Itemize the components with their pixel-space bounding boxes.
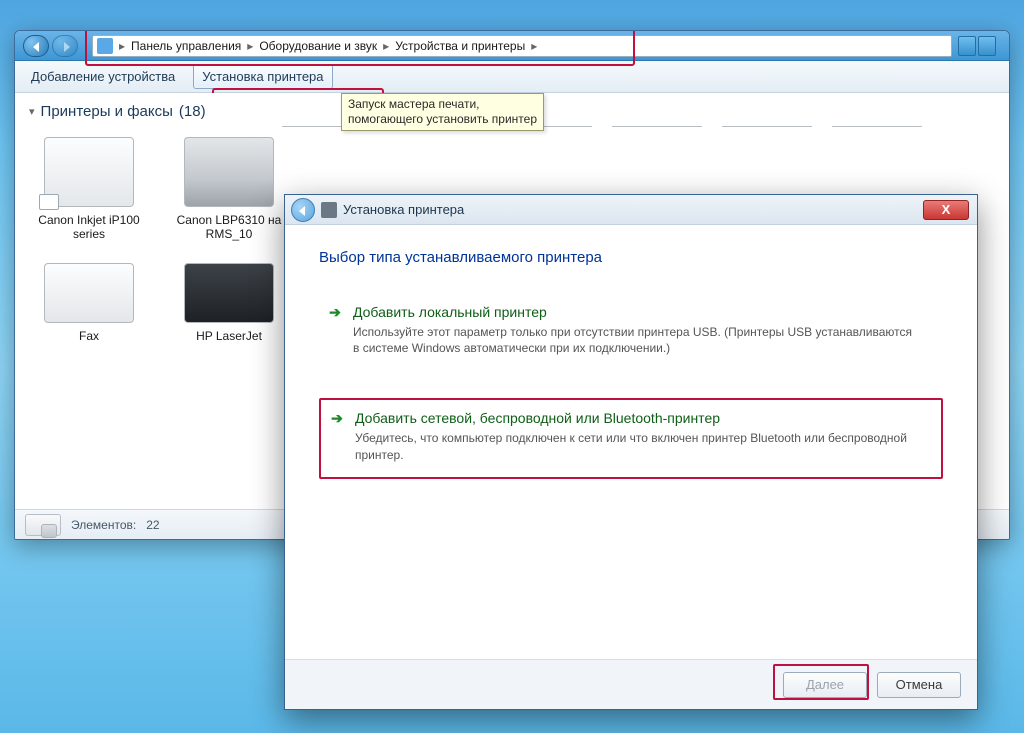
option-arrow-icon: ➔: [329, 410, 345, 426]
option-title: Добавить локальный принтер: [353, 304, 547, 320]
control-panel-icon: [97, 38, 113, 54]
wizard-footer: Далее Отмена: [285, 659, 977, 709]
option-description: Используйте этот параметр только при отс…: [353, 324, 913, 356]
shortcut-badge-icon: [39, 194, 59, 210]
window-titlebar: ▸ Панель управления ▸ Оборудование и зву…: [15, 31, 1009, 61]
status-label: Элементов:: [71, 518, 136, 532]
device-label: Canon LBP6310 на RMS_10: [169, 213, 289, 241]
device-item[interactable]: Fax: [29, 263, 149, 343]
option-description: Убедитесь, что компьютер подключен к сет…: [355, 430, 915, 462]
wizard-back-button[interactable]: [291, 198, 315, 222]
printer-icon: [44, 137, 134, 207]
wizard-titlebar: Установка принтера X: [285, 195, 977, 225]
device-item[interactable]: Canon LBP6310 на RMS_10: [169, 137, 289, 241]
option-title: Добавить сетевой, беспроводной или Bluet…: [355, 410, 720, 426]
option-add-network-printer[interactable]: ➔ Добавить сетевой, беспроводной или Blu…: [319, 398, 943, 478]
printer-icon: [321, 202, 337, 218]
command-bar: Добавление устройства Установка принтера: [15, 61, 1009, 93]
cancel-button[interactable]: Отмена: [877, 672, 961, 698]
device-label: HP LaserJet: [169, 329, 289, 343]
search-button[interactable]: [978, 36, 996, 56]
chevron-right-icon: ▸: [381, 39, 391, 53]
wizard-body: Выбор типа устанавливаемого принтера ➔ Д…: [285, 225, 977, 659]
chevron-right-icon: ▸: [529, 39, 539, 53]
add-printer-button[interactable]: Установка принтера: [193, 64, 332, 89]
close-button[interactable]: X: [923, 200, 969, 220]
devices-status-icon: [25, 514, 61, 536]
group-count: (18): [179, 103, 206, 120]
device-item[interactable]: HP LaserJet: [169, 263, 289, 343]
device-label: Fax: [29, 329, 149, 343]
status-count: 22: [146, 518, 159, 532]
printer-icon: [184, 263, 274, 323]
breadcrumb-hardware[interactable]: Оборудование и звук: [255, 39, 381, 53]
device-label: Canon Inkjet iP100 series: [29, 213, 149, 241]
printer-thumbnail: [722, 126, 812, 127]
chevron-right-icon: ▸: [245, 39, 255, 53]
group-label: Принтеры и факсы: [41, 103, 173, 120]
add-printer-wizard-dialog: Установка принтера X Выбор типа устанавл…: [284, 194, 978, 710]
wizard-heading: Выбор типа устанавливаемого принтера: [319, 249, 943, 266]
refresh-button[interactable]: [958, 36, 976, 56]
printer-thumbnail: [832, 126, 922, 127]
printer-icon: [184, 137, 274, 207]
breadcrumb-devices[interactable]: Устройства и принтеры: [391, 39, 529, 53]
option-add-local-printer[interactable]: ➔ Добавить локальный принтер Используйте…: [319, 294, 943, 370]
nav-forward-button[interactable]: [52, 35, 78, 57]
add-printer-tooltip: Запуск мастера печати, помогающего устан…: [341, 93, 544, 131]
option-arrow-icon: ➔: [327, 304, 343, 320]
collapse-triangle-icon: ▾: [29, 105, 35, 118]
chevron-right-icon: ▸: [117, 39, 127, 53]
breadcrumb[interactable]: ▸ Панель управления ▸ Оборудование и зву…: [92, 35, 952, 57]
fax-icon: [44, 263, 134, 323]
nav-back-button[interactable]: [23, 35, 49, 57]
add-device-button[interactable]: Добавление устройства: [23, 65, 183, 88]
wizard-title: Установка принтера: [343, 202, 464, 217]
printer-thumbnail: [612, 126, 702, 127]
next-button[interactable]: Далее: [783, 672, 867, 698]
device-item[interactable]: Canon Inkjet iP100 series: [29, 137, 149, 241]
breadcrumb-root[interactable]: Панель управления: [127, 39, 245, 53]
